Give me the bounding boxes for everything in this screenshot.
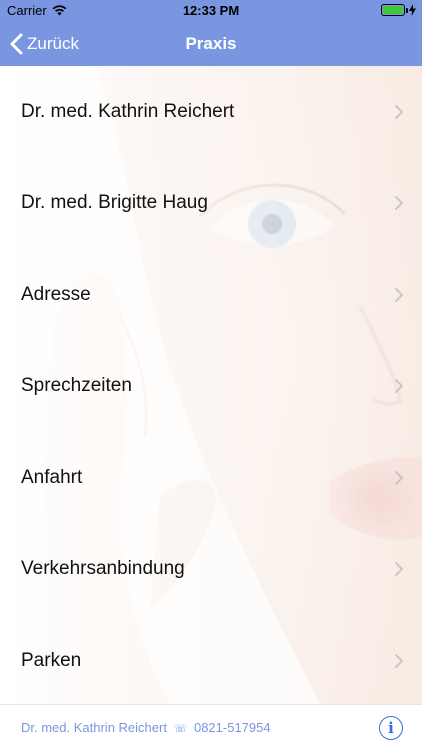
footer-bar: Dr. med. Kathrin Reichert ☏ 0821-517954 …	[0, 704, 422, 750]
menu-item-sprechzeiten[interactable]: Sprechzeiten	[0, 341, 422, 433]
chevron-right-icon	[395, 287, 403, 302]
menu-item-label: Adresse	[21, 283, 91, 305]
menu-list: Dr. med. Kathrin Reichert Dr. med. Brigi…	[0, 66, 422, 704]
footer-phone-number[interactable]: 0821-517954	[194, 720, 271, 735]
menu-item-anfahrt[interactable]: Anfahrt	[0, 432, 422, 524]
chevron-right-icon	[395, 562, 403, 577]
status-bar: Carrier 12:33 PM	[0, 0, 422, 22]
menu-item-label: Dr. med. Brigitte Haug	[21, 192, 208, 214]
info-icon[interactable]: i	[379, 716, 403, 740]
battery-icon	[381, 4, 408, 16]
menu-item-label: Parken	[21, 649, 82, 671]
content-area: Dr. med. Kathrin Reichert Dr. med. Brigi…	[0, 66, 422, 704]
menu-item-kathrin-reichert[interactable]: Dr. med. Kathrin Reichert	[0, 66, 422, 158]
menu-item-adresse[interactable]: Adresse	[0, 249, 422, 341]
menu-item-label: Anfahrt	[21, 466, 83, 488]
battery-fill	[383, 6, 403, 14]
status-time: 12:33 PM	[182, 3, 240, 18]
menu-item-parken[interactable]: Parken	[0, 615, 422, 704]
menu-item-brigitte-haug[interactable]: Dr. med. Brigitte Haug	[0, 158, 422, 250]
charging-bolt-icon	[409, 4, 416, 16]
page-title: Praxis	[185, 34, 237, 53]
menu-item-verkehrsanbindung[interactable]: Verkehrsanbindung	[0, 524, 422, 616]
chevron-right-icon	[395, 653, 403, 668]
navigation-bar: Zurück Praxis	[0, 22, 422, 66]
menu-item-label: Sprechzeiten	[21, 375, 132, 397]
chevron-right-icon	[395, 470, 403, 485]
menu-item-label: Verkehrsanbindung	[21, 558, 185, 580]
menu-item-label: Dr. med. Kathrin Reichert	[21, 100, 235, 122]
footer-doctor-name: Dr. med. Kathrin Reichert	[21, 720, 167, 735]
status-right	[381, 4, 416, 16]
chevron-right-icon	[395, 379, 403, 394]
footer-contact: Dr. med. Kathrin Reichert ☏ 0821-517954	[21, 720, 271, 735]
chevron-right-icon	[395, 104, 403, 119]
info-glyph: i	[388, 719, 394, 737]
phone-icon: ☏	[173, 723, 188, 735]
chevron-right-icon	[395, 196, 403, 211]
battery-cap	[406, 8, 408, 13]
